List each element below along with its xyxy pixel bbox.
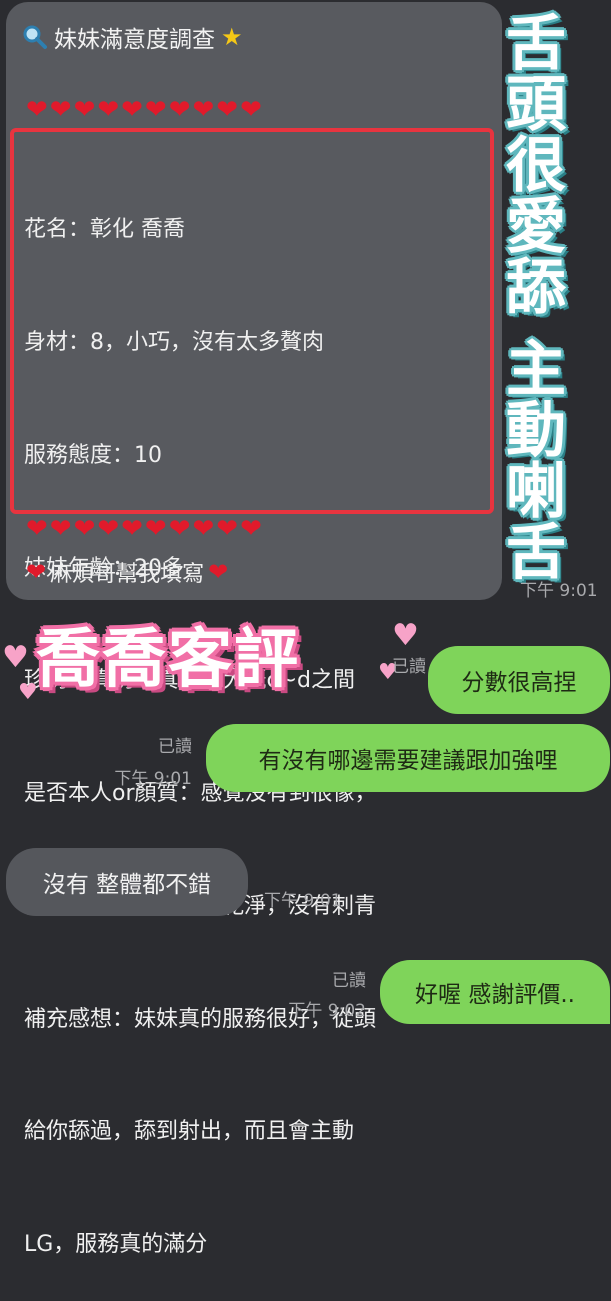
survey-title-row: 妹妹滿意度調查 ★ — [22, 20, 243, 54]
overlay-char: 舔 — [506, 253, 566, 323]
heart-icon: ❤ — [208, 558, 229, 586]
form-line: 花名：彰化 喬喬 — [24, 217, 185, 243]
read-receipt: 已讀 — [392, 657, 426, 677]
star-icon: ★ — [221, 23, 243, 51]
read-receipt: 已讀 — [158, 737, 192, 757]
search-icon — [22, 24, 48, 50]
form-line: 給你舔過，舔到射出，而且會主動 — [24, 1119, 355, 1145]
overlay-char: 很 — [506, 131, 566, 201]
heart-icon: ❤ — [26, 558, 47, 586]
heart-decoration-icon: ♥ — [2, 640, 29, 675]
outgoing-message-bubble[interactable]: 好喔 感謝評價.. — [380, 960, 610, 1024]
read-receipt: 已讀 — [332, 971, 366, 991]
overlay-char: 舌 — [506, 9, 566, 79]
overlay-vertical-caption-2: 主 動 喇 舌 — [505, 340, 567, 584]
survey-title: 妹妹滿意度調查 — [54, 27, 215, 53]
outgoing-message-bubble[interactable]: 分數很高捏 — [428, 646, 610, 714]
message-time: 下午 9:01 — [114, 769, 192, 789]
survey-form-lines: 花名：彰化 喬喬 身材：8，小巧，沒有太多贅肉 服務態度：10 妹妹年齡：20多… — [24, 136, 494, 1301]
overlay-char: 主 — [506, 335, 566, 405]
outgoing-message-bubble[interactable]: 有沒有哪邊需要建議跟加強哩 — [206, 724, 610, 792]
overlay-char: 動 — [506, 396, 566, 466]
overlay-char: 舌 — [506, 518, 566, 588]
heart-decoration-icon: ♥ — [392, 618, 419, 653]
form-line: LG，服務真的滿分 — [24, 1232, 208, 1258]
hearts-row-bottom: ❤❤❤❤❤❤❤❤❤❤ — [26, 514, 264, 544]
closing-text: 麻煩哥幫我填寫 — [50, 562, 205, 587]
message-time: 下午 9:01 — [264, 891, 342, 911]
incoming-message-bubble[interactable]: 沒有 整體都不錯 — [6, 848, 248, 916]
form-line: 身材：8，小巧，沒有太多贅肉 — [24, 329, 324, 355]
message-time: 下午 9:02 — [288, 1001, 366, 1021]
heart-decoration-icon: ♥ — [18, 680, 38, 705]
overlay-char: 喇 — [506, 457, 566, 527]
overlay-char: 頭 — [506, 70, 566, 140]
overlay-vertical-caption-1: 舌 頭 很 愛 舔 — [505, 14, 567, 319]
overlay-char: 愛 — [506, 192, 566, 262]
sticker-title: 喬喬客評 — [36, 623, 300, 697]
hearts-row-top: ❤❤❤❤❤❤❤❤❤❤ — [26, 95, 264, 125]
closing-line: ❤ 麻煩哥幫我填寫 ❤ — [26, 556, 228, 588]
form-line: 服務態度：10 — [24, 442, 162, 468]
message-time: 下午 9:01 — [520, 581, 598, 601]
